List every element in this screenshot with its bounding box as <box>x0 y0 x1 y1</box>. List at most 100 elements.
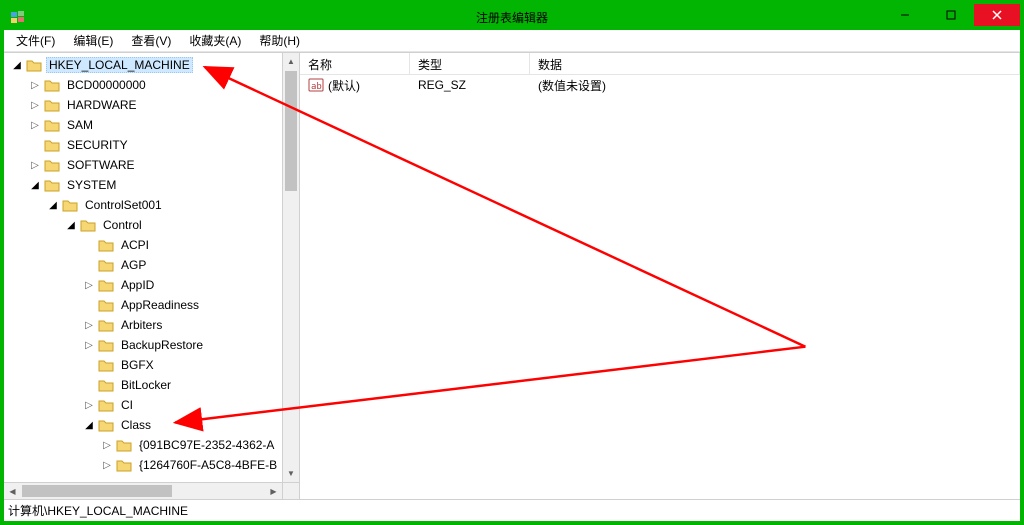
scroll-down-icon[interactable]: ▼ <box>283 465 299 482</box>
close-button[interactable] <box>974 4 1020 26</box>
cell-type: REG_SZ <box>410 78 530 92</box>
tree-node-bitlocker[interactable]: BitLocker <box>8 375 299 395</box>
expand-toggle-icon[interactable] <box>82 378 96 392</box>
tree-node-security[interactable]: SECURITY <box>8 135 299 155</box>
tree-node-guid1[interactable]: ▷ {091BC97E-2352-4362-A <box>8 435 299 455</box>
menu-edit[interactable]: 编辑(E) <box>65 30 121 51</box>
expand-toggle-icon[interactable] <box>82 358 96 372</box>
scrollbar-thumb[interactable] <box>22 485 172 497</box>
tree-label: Control <box>100 217 145 233</box>
tree-label: SOFTWARE <box>64 157 138 173</box>
expand-toggle-icon[interactable]: ▷ <box>28 118 42 132</box>
tree-node-ci[interactable]: ▷ CI <box>8 395 299 415</box>
expand-toggle-icon[interactable]: ◢ <box>82 418 96 432</box>
tree-node-sam[interactable]: ▷ SAM <box>8 115 299 135</box>
tree-label: BGFX <box>118 357 157 373</box>
column-header-data[interactable]: 数据 <box>530 53 1020 74</box>
expand-toggle-icon[interactable]: ◢ <box>64 218 78 232</box>
folder-icon <box>98 338 114 352</box>
tree-node-controlset001[interactable]: ◢ ControlSet001 <box>8 195 299 215</box>
list-row[interactable]: ab (默认) REG_SZ (数值未设置) <box>300 75 1020 95</box>
folder-icon <box>116 458 132 472</box>
tree-node-hklm[interactable]: ◢ HKEY_LOCAL_MACHINE <box>8 55 299 75</box>
menu-help[interactable]: 帮助(H) <box>251 30 308 51</box>
window: 注册表编辑器 文件(F) 编辑(E) 查看(V) 收藏夹(A) 帮助(H) <box>0 0 1024 525</box>
expand-toggle-icon[interactable]: ▷ <box>28 158 42 172</box>
tree: ◢ HKEY_LOCAL_MACHINE ▷ BCD00000000 ▷ <box>4 53 299 477</box>
folder-icon <box>98 238 114 252</box>
tree-label: SECURITY <box>64 137 131 153</box>
horizontal-scrollbar[interactable]: ◀ ▶ <box>4 482 282 499</box>
folder-icon <box>44 118 60 132</box>
list-body: ab (默认) REG_SZ (数值未设置) <box>300 75 1020 499</box>
expand-toggle-icon[interactable]: ▷ <box>82 338 96 352</box>
expand-toggle-icon[interactable] <box>82 298 96 312</box>
list-pane: 名称 类型 数据 ab (默认) REG_SZ (数值未设置) <box>300 53 1020 499</box>
client-area: ◢ HKEY_LOCAL_MACHINE ▷ BCD00000000 ▷ <box>4 52 1020 499</box>
tree-node-control[interactable]: ◢ Control <box>8 215 299 235</box>
expand-toggle-icon[interactable]: ▷ <box>100 458 114 472</box>
tree-node-bgfx[interactable]: BGFX <box>8 355 299 375</box>
expand-toggle-icon[interactable] <box>82 258 96 272</box>
expand-toggle-icon[interactable]: ▷ <box>28 78 42 92</box>
expand-toggle-icon[interactable] <box>28 138 42 152</box>
expand-toggle-icon[interactable]: ▷ <box>82 398 96 412</box>
statusbar-path: 计算机\HKEY_LOCAL_MACHINE <box>8 502 188 519</box>
tree-node-arbiters[interactable]: ▷ Arbiters <box>8 315 299 335</box>
expand-toggle-icon[interactable]: ▷ <box>82 318 96 332</box>
scrollbar-thumb[interactable] <box>285 71 297 191</box>
folder-icon <box>44 158 60 172</box>
folder-icon <box>98 398 114 412</box>
tree-label: AppReadiness <box>118 297 202 313</box>
expand-toggle-icon[interactable]: ◢ <box>28 178 42 192</box>
tree-label: Class <box>118 417 154 433</box>
scroll-right-icon[interactable]: ▶ <box>265 483 282 499</box>
tree-label: HARDWARE <box>64 97 140 113</box>
statusbar: 计算机\HKEY_LOCAL_MACHINE <box>4 499 1020 521</box>
tree-label: BCD00000000 <box>64 77 149 93</box>
column-header-name[interactable]: 名称 <box>300 53 410 74</box>
expand-toggle-icon[interactable]: ◢ <box>10 58 24 72</box>
tree-node-acpi[interactable]: ACPI <box>8 235 299 255</box>
expand-toggle-icon[interactable]: ◢ <box>46 198 60 212</box>
tree-label: {091BC97E-2352-4362-A <box>136 437 277 453</box>
column-header-type[interactable]: 类型 <box>410 53 530 74</box>
folder-icon <box>98 418 114 432</box>
tree-node-hardware[interactable]: ▷ HARDWARE <box>8 95 299 115</box>
expand-toggle-icon[interactable]: ▷ <box>82 278 96 292</box>
folder-icon <box>80 218 96 232</box>
tree-node-agp[interactable]: AGP <box>8 255 299 275</box>
vertical-scrollbar[interactable]: ▲ ▼ <box>282 53 299 482</box>
tree-node-software[interactable]: ▷ SOFTWARE <box>8 155 299 175</box>
tree-scroll: ◢ HKEY_LOCAL_MACHINE ▷ BCD00000000 ▷ <box>4 53 299 499</box>
tree-label: Arbiters <box>118 317 165 333</box>
menu-file[interactable]: 文件(F) <box>8 30 63 51</box>
tree-node-class[interactable]: ◢ Class <box>8 415 299 435</box>
menu-view[interactable]: 查看(V) <box>123 30 179 51</box>
tree-node-bcd[interactable]: ▷ BCD00000000 <box>8 75 299 95</box>
tree-node-appreadiness[interactable]: AppReadiness <box>8 295 299 315</box>
folder-icon <box>116 438 132 452</box>
app-icon <box>10 9 26 25</box>
folder-icon <box>98 378 114 392</box>
scroll-left-icon[interactable]: ◀ <box>4 483 21 499</box>
folder-icon <box>98 298 114 312</box>
tree-label: HKEY_LOCAL_MACHINE <box>46 57 193 73</box>
scroll-up-icon[interactable]: ▲ <box>283 53 299 70</box>
tree-label: AGP <box>118 257 149 273</box>
tree-node-guid2[interactable]: ▷ {1264760F-A5C8-4BFE-B <box>8 455 299 475</box>
menu-favorites[interactable]: 收藏夹(A) <box>181 30 249 51</box>
expand-toggle-icon[interactable]: ▷ <box>100 438 114 452</box>
maximize-button[interactable] <box>928 4 974 26</box>
tree-node-appid[interactable]: ▷ AppID <box>8 275 299 295</box>
tree-label: BitLocker <box>118 377 174 393</box>
string-value-icon: ab <box>308 77 324 93</box>
scroll-corner <box>282 482 299 499</box>
expand-toggle-icon[interactable]: ▷ <box>28 98 42 112</box>
expand-toggle-icon[interactable] <box>82 238 96 252</box>
minimize-button[interactable] <box>882 4 928 26</box>
window-title: 注册表编辑器 <box>476 9 548 26</box>
tree-label: SAM <box>64 117 96 133</box>
tree-node-system[interactable]: ◢ SYSTEM <box>8 175 299 195</box>
tree-node-backuprestore[interactable]: ▷ BackupRestore <box>8 335 299 355</box>
